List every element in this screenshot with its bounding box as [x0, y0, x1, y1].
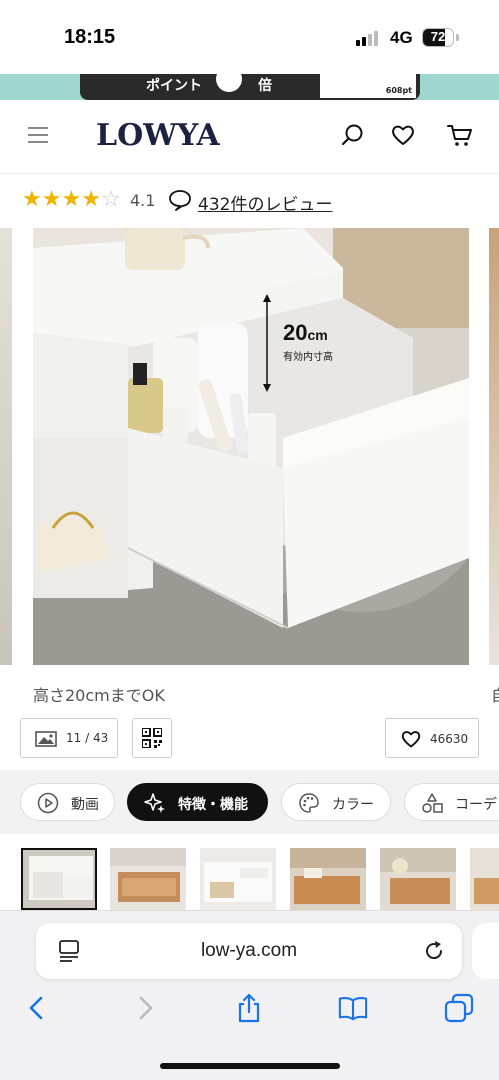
qr-code-icon: [142, 728, 162, 748]
tab-label: 動画: [71, 797, 99, 813]
browser-toolbar: low-ya.com: [0, 910, 499, 1080]
thumbnail-selected[interactable]: [21, 848, 97, 910]
share-icon[interactable]: [234, 993, 264, 1023]
reload-icon[interactable]: [422, 939, 446, 963]
star-icon: ★: [22, 187, 42, 212]
back-icon[interactable]: [22, 993, 52, 1023]
promo-text-left: ポイント: [146, 78, 202, 94]
dimension-note: 有効内寸高: [283, 352, 333, 363]
thumbnail[interactable]: [290, 848, 366, 910]
battery-cap: [456, 34, 459, 41]
address-url: low-ya.com: [200, 940, 298, 961]
tab-video[interactable]: 動画: [20, 783, 115, 821]
battery-level: 72: [430, 29, 446, 44]
tab-color[interactable]: カラー: [281, 783, 391, 821]
favorite-button[interactable]: 46630: [385, 718, 479, 758]
tabs-icon[interactable]: [444, 993, 474, 1023]
tab-label: 特徴・機能: [178, 797, 248, 813]
dimension-value: 20: [283, 320, 308, 345]
dimension-unit: cm: [307, 327, 328, 343]
site-header: LOWYA: [0, 100, 499, 174]
next-photo-peek[interactable]: [489, 228, 499, 665]
shapes-icon: [422, 793, 443, 813]
rating-value: 4.1: [130, 191, 156, 210]
hamburger-menu-icon[interactable]: [28, 127, 48, 143]
search-icon[interactable]: [340, 122, 366, 148]
image-counter: 11 / 43: [66, 731, 109, 745]
battery-icon: 72: [422, 28, 454, 47]
star-icon: ★: [41, 187, 62, 212]
promo-banner[interactable]: ポイント 倍 608pt: [0, 74, 499, 100]
promo-card-value: 608pt: [385, 86, 412, 95]
status-bar: 18:15 4G 72: [0, 0, 499, 74]
forward-icon[interactable]: [130, 993, 160, 1023]
product-gallery[interactable]: 20cm 有効内寸高: [0, 228, 499, 665]
feature-tabs: 動画 特徴・機能 カラー コーデ: [0, 770, 499, 834]
star-icon: ★: [61, 187, 82, 212]
star-rating: ★★★★☆: [22, 187, 121, 212]
tab-label: カラー: [332, 797, 374, 813]
home-indicator: [160, 1063, 340, 1069]
image-icon: [35, 731, 57, 747]
promo-text-right: 倍: [258, 78, 272, 94]
thumbnail[interactable]: [380, 848, 456, 910]
bookmarks-icon[interactable]: [338, 993, 368, 1023]
thumbnail[interactable]: [110, 848, 186, 910]
dimension-label: 20cm: [283, 320, 328, 346]
next-photo-caption: 自: [491, 682, 499, 706]
tab-coordinate[interactable]: コーデ: [404, 783, 499, 821]
play-icon: [37, 792, 59, 814]
rating-row: ★★★★☆ 4.1 432件のレビュー: [0, 182, 499, 222]
tab-features[interactable]: 特徴・機能: [127, 783, 268, 821]
palette-icon: [299, 793, 319, 813]
address-bar[interactable]: low-ya.com: [36, 923, 462, 979]
speech-bubble-icon: [168, 189, 192, 211]
tab-label: コーデ: [455, 797, 497, 813]
promo-card: 608pt: [320, 74, 416, 98]
status-time: 18:15: [64, 26, 116, 48]
sparkle-icon: [144, 793, 165, 813]
favorite-count: 46630: [430, 732, 469, 746]
photo-caption: 高さ20cmまでOK: [33, 686, 165, 705]
image-list-button[interactable]: 11 / 43: [20, 718, 118, 758]
qr-code-button[interactable]: [132, 718, 172, 758]
thumbnail[interactable]: [200, 848, 276, 910]
cart-icon[interactable]: [446, 122, 472, 148]
signal-icon: [356, 30, 382, 46]
network-type: 4G: [390, 28, 413, 47]
previous-photo-peek[interactable]: [0, 228, 12, 665]
star-empty-icon: ☆: [100, 187, 121, 212]
thumbnail[interactable]: [470, 848, 499, 910]
next-tab-peek[interactable]: [472, 923, 499, 979]
heart-icon: [401, 731, 421, 748]
review-link[interactable]: 432件のレビュー: [198, 190, 332, 215]
thumbnail-strip: [0, 846, 499, 912]
heart-icon[interactable]: [390, 122, 416, 148]
product-photo[interactable]: 20cm 有効内寸高: [33, 228, 469, 665]
star-icon: ★: [81, 187, 101, 212]
site-logo[interactable]: LOWYA: [96, 118, 220, 153]
